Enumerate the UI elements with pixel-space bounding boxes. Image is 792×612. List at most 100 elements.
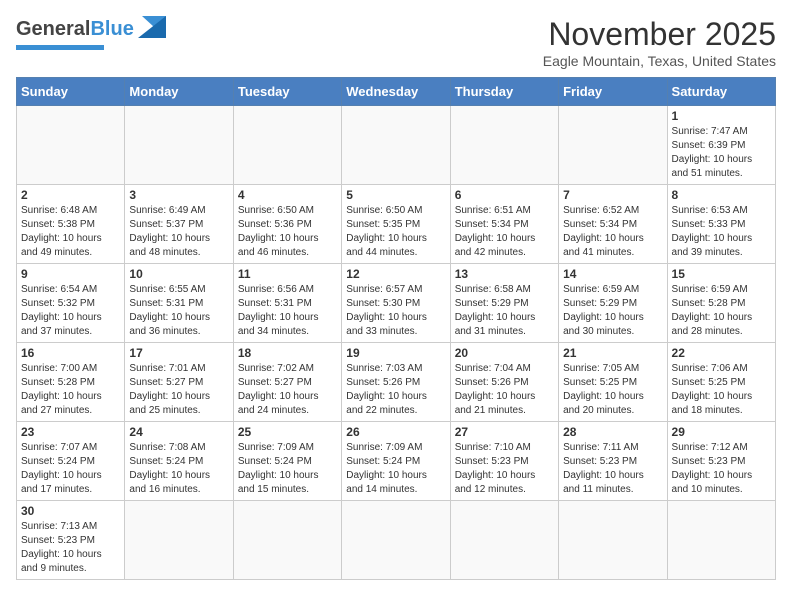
day-info: Sunrise: 6:50 AM Sunset: 5:36 PM Dayligh…: [238, 204, 337, 260]
week-row-5: 30Sunrise: 7:13 AM Sunset: 5:23 PM Dayli…: [17, 501, 776, 580]
calendar-cell: 29Sunrise: 7:12 AM Sunset: 5:23 PM Dayli…: [667, 422, 775, 501]
day-number: 15: [672, 267, 771, 281]
calendar-cell: 28 Sunrise: 7:11 AM Sunset: 5:23 PM Dayli…: [559, 422, 667, 501]
day-info: Sunrise: 6:49 AM Sunset: 5:37 PM Dayligh…: [129, 204, 228, 260]
day-info: Sunrise: 7:09 AM Sunset: 5:24 PM Dayligh…: [238, 441, 337, 497]
day-info: Sunrise: 7:07 AM Sunset: 5:24 PM Dayligh…: [21, 441, 120, 497]
logo-underline: [16, 45, 104, 50]
day-number: 27: [455, 425, 554, 439]
weekday-header-monday: Monday: [125, 78, 233, 106]
day-number: 3: [129, 188, 228, 202]
day-info: Sunrise: 7:12 AM Sunset: 5:23 PM Dayligh…: [672, 441, 771, 497]
day-number: 20: [455, 346, 554, 360]
calendar-cell: [667, 501, 775, 580]
weekday-header-friday: Friday: [559, 78, 667, 106]
day-info: Sunrise: 6:59 AM Sunset: 5:29 PM Dayligh…: [563, 283, 662, 339]
calendar-cell: [450, 106, 558, 185]
day-number: 4: [238, 188, 337, 202]
weekday-header-sunday: Sunday: [17, 78, 125, 106]
day-number: 28: [563, 425, 662, 439]
calendar-cell: 3 Sunrise: 6:49 AM Sunset: 5:37 PM Daylig…: [125, 185, 233, 264]
calendar-cell: 18Sunrise: 7:02 AM Sunset: 5:27 PM Dayli…: [233, 343, 341, 422]
day-info: Sunrise: 6:56 AM Sunset: 5:31 PM Dayligh…: [238, 283, 337, 339]
calendar-cell: 16Sunrise: 7:00 AM Sunset: 5:28 PM Dayli…: [17, 343, 125, 422]
calendar-cell: [125, 501, 233, 580]
day-number: 9: [21, 267, 120, 281]
day-info: Sunrise: 7:04 AM Sunset: 5:26 PM Dayligh…: [455, 362, 554, 418]
day-number: 25: [238, 425, 337, 439]
calendar-cell: 13 Sunrise: 6:58 AM Sunset: 5:29 PM Dayli…: [450, 264, 558, 343]
logo-general-text: General: [16, 18, 90, 41]
calendar-cell: 1 Sunrise: 7:47 AM Sunset: 6:39 PM Daylig…: [667, 106, 775, 185]
week-row-1: 2Sunrise: 6:48 AM Sunset: 5:38 PM Daylig…: [17, 185, 776, 264]
day-info: Sunrise: 7:05 AM Sunset: 5:25 PM Dayligh…: [563, 362, 662, 418]
calendar-cell: 21 Sunrise: 7:05 AM Sunset: 5:25 PM Dayli…: [559, 343, 667, 422]
calendar-cell: 23 Sunrise: 7:07 AM Sunset: 5:24 PM Dayli…: [17, 422, 125, 501]
calendar-cell: [125, 106, 233, 185]
day-info: Sunrise: 6:53 AM Sunset: 5:33 PM Dayligh…: [672, 204, 771, 260]
day-info: Sunrise: 7:02 AM Sunset: 5:27 PM Dayligh…: [238, 362, 337, 418]
weekday-header-tuesday: Tuesday: [233, 78, 341, 106]
day-number: 2: [21, 188, 120, 202]
day-info: Sunrise: 7:01 AM Sunset: 5:27 PM Dayligh…: [129, 362, 228, 418]
day-info: Sunrise: 7:06 AM Sunset: 5:25 PM Dayligh…: [672, 362, 771, 418]
day-number: 6: [455, 188, 554, 202]
calendar-cell: 19Sunrise: 7:03 AM Sunset: 5:26 PM Dayli…: [342, 343, 450, 422]
calendar-cell: 30Sunrise: 7:13 AM Sunset: 5:23 PM Dayli…: [17, 501, 125, 580]
day-info: Sunrise: 7:08 AM Sunset: 5:24 PM Dayligh…: [129, 441, 228, 497]
calendar-cell: 11 Sunrise: 6:56 AM Sunset: 5:31 PM Dayli…: [233, 264, 341, 343]
week-row-0: 1 Sunrise: 7:47 AM Sunset: 6:39 PM Daylig…: [17, 106, 776, 185]
day-number: 19: [346, 346, 445, 360]
calendar-cell: [342, 106, 450, 185]
calendar-cell: [233, 106, 341, 185]
day-number: 21: [563, 346, 662, 360]
calendar-cell: 5 Sunrise: 6:50 AM Sunset: 5:35 PM Daylig…: [342, 185, 450, 264]
day-info: Sunrise: 6:58 AM Sunset: 5:29 PM Dayligh…: [455, 283, 554, 339]
calendar-cell: 27Sunrise: 7:10 AM Sunset: 5:23 PM Dayli…: [450, 422, 558, 501]
calendar-cell: [559, 106, 667, 185]
calendar-cell: 25 Sunrise: 7:09 AM Sunset: 5:24 PM Dayli…: [233, 422, 341, 501]
day-info: Sunrise: 6:59 AM Sunset: 5:28 PM Dayligh…: [672, 283, 771, 339]
calendar-cell: [450, 501, 558, 580]
day-number: 23: [21, 425, 120, 439]
day-info: Sunrise: 7:09 AM Sunset: 5:24 PM Dayligh…: [346, 441, 445, 497]
day-number: 5: [346, 188, 445, 202]
day-number: 11: [238, 267, 337, 281]
calendar-cell: 26Sunrise: 7:09 AM Sunset: 5:24 PM Dayli…: [342, 422, 450, 501]
calendar-cell: 9Sunrise: 6:54 AM Sunset: 5:32 PM Daylig…: [17, 264, 125, 343]
day-number: 30: [21, 504, 120, 518]
day-number: 24: [129, 425, 228, 439]
calendar-cell: 12Sunrise: 6:57 AM Sunset: 5:30 PM Dayli…: [342, 264, 450, 343]
logo-triangle-icon: [138, 16, 166, 43]
calendar-cell: 15 Sunrise: 6:59 AM Sunset: 5:28 PM Dayli…: [667, 264, 775, 343]
week-row-2: 9Sunrise: 6:54 AM Sunset: 5:32 PM Daylig…: [17, 264, 776, 343]
week-row-4: 23 Sunrise: 7:07 AM Sunset: 5:24 PM Dayli…: [17, 422, 776, 501]
day-number: 22: [672, 346, 771, 360]
weekday-header-thursday: Thursday: [450, 78, 558, 106]
logo: General Blue: [16, 16, 166, 50]
day-number: 14: [563, 267, 662, 281]
day-info: Sunrise: 6:50 AM Sunset: 5:35 PM Dayligh…: [346, 204, 445, 260]
day-info: Sunrise: 7:11 AM Sunset: 5:23 PM Dayligh…: [563, 441, 662, 497]
day-number: 17: [129, 346, 228, 360]
day-number: 1: [672, 109, 771, 123]
day-number: 10: [129, 267, 228, 281]
calendar-cell: 6 Sunrise: 6:51 AM Sunset: 5:34 PM Daylig…: [450, 185, 558, 264]
calendar-cell: 7Sunrise: 6:52 AM Sunset: 5:34 PM Daylig…: [559, 185, 667, 264]
day-number: 13: [455, 267, 554, 281]
calendar-cell: 14 Sunrise: 6:59 AM Sunset: 5:29 PM Dayli…: [559, 264, 667, 343]
day-number: 8: [672, 188, 771, 202]
day-info: Sunrise: 7:47 AM Sunset: 6:39 PM Dayligh…: [672, 125, 771, 181]
calendar-cell: [559, 501, 667, 580]
day-info: Sunrise: 6:55 AM Sunset: 5:31 PM Dayligh…: [129, 283, 228, 339]
weekday-header-wednesday: Wednesday: [342, 78, 450, 106]
calendar-cell: 24 Sunrise: 7:08 AM Sunset: 5:24 PM Dayli…: [125, 422, 233, 501]
calendar-cell: 17 Sunrise: 7:01 AM Sunset: 5:27 PM Dayli…: [125, 343, 233, 422]
calendar-cell: 2Sunrise: 6:48 AM Sunset: 5:38 PM Daylig…: [17, 185, 125, 264]
calendar-cell: [342, 501, 450, 580]
day-info: Sunrise: 6:51 AM Sunset: 5:34 PM Dayligh…: [455, 204, 554, 260]
day-info: Sunrise: 7:00 AM Sunset: 5:28 PM Dayligh…: [21, 362, 120, 418]
location-text: Eagle Mountain, Texas, United States: [543, 53, 776, 69]
logo-blue-text: Blue: [90, 18, 133, 41]
calendar-cell: 8 Sunrise: 6:53 AM Sunset: 5:33 PM Daylig…: [667, 185, 775, 264]
